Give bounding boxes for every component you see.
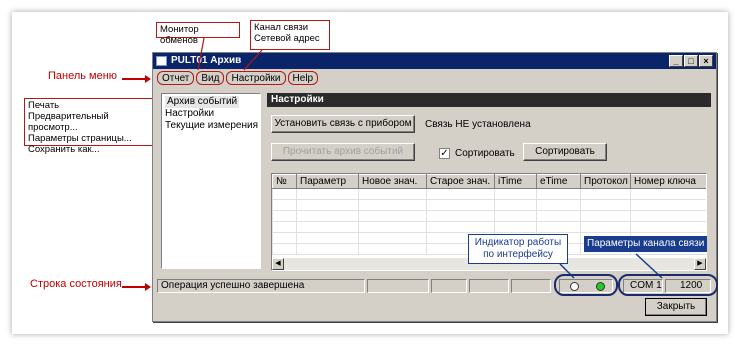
status-cell-empty <box>511 279 551 293</box>
close-button[interactable]: Закрыть <box>645 298 707 316</box>
col-new-value[interactable]: Новое знач. <box>358 174 427 189</box>
table-row <box>272 188 706 200</box>
channel-annotation-line2: Сетевой адрес <box>254 33 320 44</box>
tree-item-event-archive[interactable]: Архив событий <box>165 96 240 108</box>
col-old-value[interactable]: Старое знач. <box>426 174 495 189</box>
col-protocol[interactable]: Протокол <box>580 174 631 189</box>
status-cell-empty <box>469 279 509 293</box>
indicator-annotation-line2: по интерфейсу <box>483 249 553 260</box>
sort-button[interactable]: Сортировать <box>523 143 607 161</box>
menu-panel-arrow <box>122 75 151 82</box>
menu-view[interactable]: Вид <box>196 71 225 85</box>
menu-panel-label: Панель меню <box>48 70 118 82</box>
indicator-annotation-line1: Индикатор работы <box>474 237 562 248</box>
sort-checkbox-label: Сортировать <box>455 148 515 159</box>
led-highlight-oval <box>554 274 618 296</box>
status-cell-empty <box>431 279 467 293</box>
sort-checkbox[interactable]: ✓ <box>439 148 450 159</box>
scroll-right-icon[interactable]: ▶ <box>694 258 706 270</box>
monitor-annotation: Монитор обменов <box>156 22 240 46</box>
status-row-label: Строка состояния <box>30 278 122 290</box>
menu-help[interactable]: Help <box>287 71 319 85</box>
maximize-button[interactable]: □ <box>684 55 698 67</box>
minimize-button[interactable]: _ <box>669 55 683 67</box>
connect-button[interactable]: Установить связь с прибором <box>271 115 415 133</box>
col-itime[interactable]: iTime <box>494 174 537 189</box>
monitor-annotation-text: Монитор обменов <box>160 24 199 46</box>
report-menu-annotation: Печать Предварительный просмотр... Парам… <box>24 98 164 155</box>
report-item-print: Печать <box>28 100 60 111</box>
table-row <box>272 199 706 211</box>
menu-settings[interactable]: Настройки <box>226 71 286 85</box>
channel-params-highlight-oval <box>618 274 718 296</box>
read-archive-button[interactable]: Прочитать архив событий <box>271 143 415 161</box>
interface-indicator-annotation: Индикатор работы по интерфейсу <box>468 234 568 264</box>
channel-annotation: Канал связи Сетевой адрес <box>250 20 330 50</box>
window-title: PULT01 Архив <box>171 55 242 66</box>
menu-report[interactable]: Отчет <box>157 71 195 85</box>
scroll-left-icon[interactable]: ◀ <box>272 258 284 270</box>
status-message: Операция успешно завершена <box>157 279 365 293</box>
connection-status: Связь НЕ установлена <box>425 119 531 130</box>
tree-item-settings[interactable]: Настройки <box>165 108 257 120</box>
close-window-button[interactable]: × <box>699 55 713 67</box>
channel-annotation-line1: Канал связи <box>254 22 309 33</box>
col-key-number[interactable]: Номер ключа <box>630 174 706 189</box>
status-cell-empty <box>367 279 429 293</box>
table-row <box>272 221 706 233</box>
app-icon <box>156 56 167 66</box>
navigation-tree: Архив событий Настройки Текущие измерени… <box>161 93 261 269</box>
report-item-page-setup: Параметры страницы... <box>28 133 132 144</box>
col-parameter[interactable]: Параметр <box>296 174 359 189</box>
col-etime[interactable]: eTime <box>536 174 581 189</box>
window-controls: _ □ × <box>669 55 713 67</box>
panel-header: Настройки <box>267 93 711 107</box>
report-item-save-as: Сохранить как... <box>28 144 100 155</box>
title-bar: PULT01 Архив _ □ × <box>153 53 716 69</box>
table-row <box>272 210 706 222</box>
col-number[interactable]: № <box>272 174 297 189</box>
report-item-preview: Предварительный просмотр... <box>28 111 109 133</box>
channel-params-annotation: Параметры канала связи <box>584 236 708 252</box>
tree-item-current-measurements[interactable]: Текущие измерения <box>165 120 258 132</box>
table-header-row: № Параметр Новое знач. Старое знач. iTim… <box>272 174 706 189</box>
menu-bar: Отчет Вид Настройки Help <box>153 71 716 87</box>
status-row-arrow <box>122 283 151 290</box>
